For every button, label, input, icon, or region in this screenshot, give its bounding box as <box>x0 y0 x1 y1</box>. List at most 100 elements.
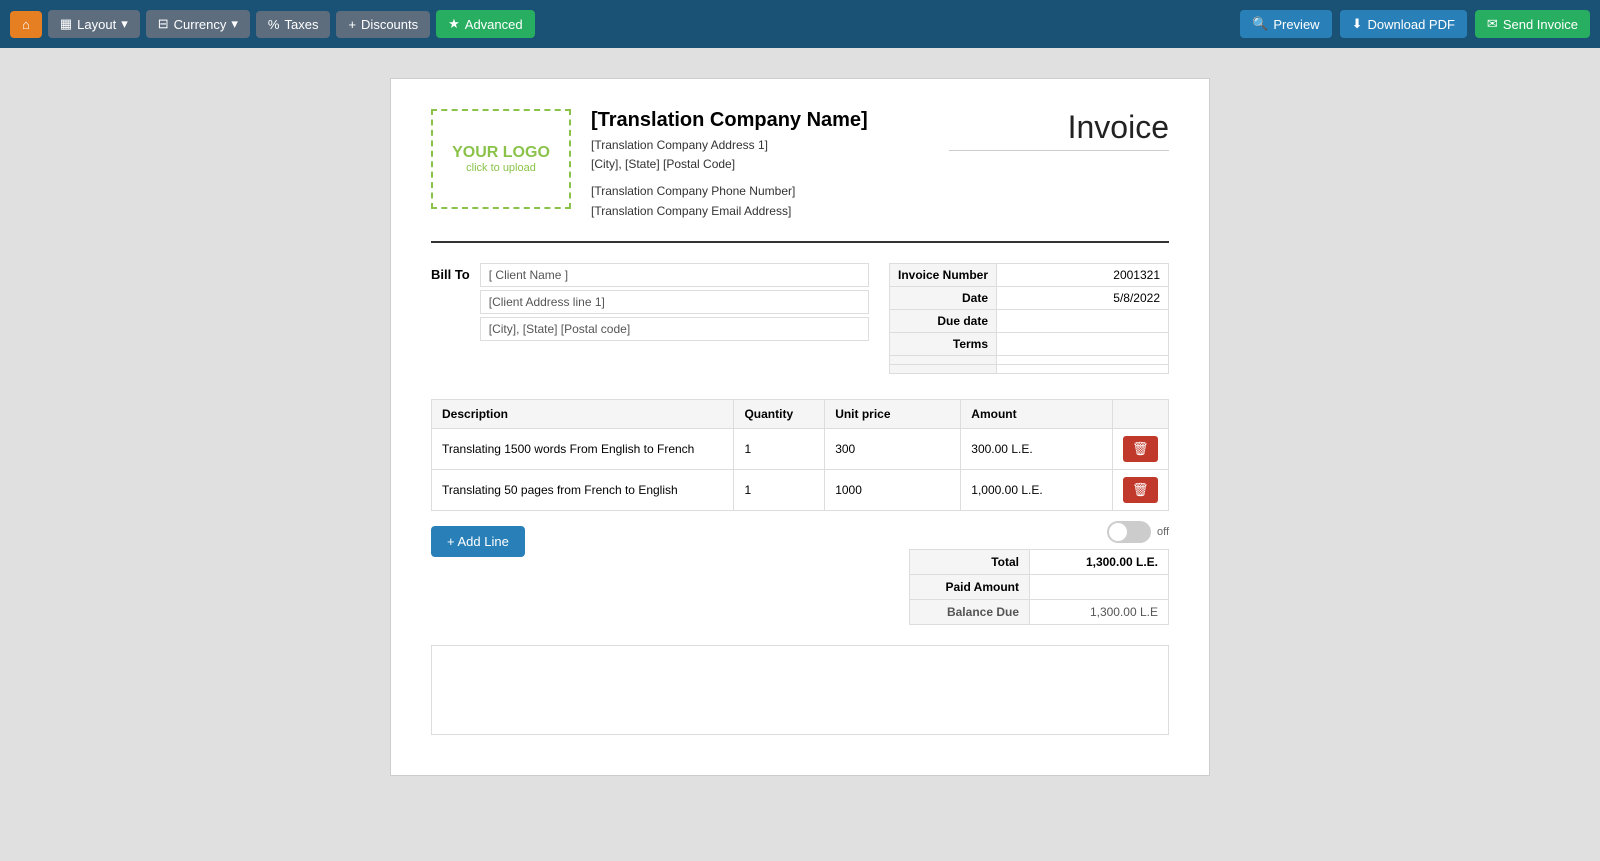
taxes-icon: % <box>268 17 280 32</box>
item-description[interactable]: Translating 50 pages from French to Engl… <box>432 469 734 510</box>
delete-row-button[interactable]: 🗑 <box>1123 436 1158 462</box>
main-content: YOUR LOGO click to upload [Translation C… <box>0 48 1600 861</box>
detail-value[interactable] <box>997 332 1169 355</box>
logo-subtext: click to upload <box>466 162 536 174</box>
currency-icon: ⊟ <box>158 16 169 32</box>
item-quantity[interactable]: 1 <box>734 469 825 510</box>
toggle-switch[interactable] <box>1107 521 1151 543</box>
bill-to-section: Bill To [ Client Name ] [Client Address … <box>431 263 869 374</box>
total-label: Total <box>910 549 1030 574</box>
company-city-state: [City], [State] [Postal Code] <box>591 155 949 174</box>
totals-table: Total 1,300.00 L.E. Paid Amount Balance … <box>909 549 1169 625</box>
total-value: 1,300.00 L.E. <box>1030 549 1169 574</box>
home-button[interactable]: ⌂ <box>10 11 42 38</box>
line-items-table: Description Quantity Unit price Amount T… <box>431 399 1169 511</box>
invoice-paper: YOUR LOGO click to upload [Translation C… <box>390 78 1210 776</box>
item-amount: 1,000.00 L.E. <box>961 469 1112 510</box>
toggle-container: off <box>1107 521 1169 543</box>
logo-upload[interactable]: YOUR LOGO click to upload <box>431 109 571 209</box>
detail-row: Terms <box>890 332 1169 355</box>
detail-label <box>890 364 997 373</box>
currency-button[interactable]: ⊟ Currency ▾ <box>146 10 250 38</box>
client-address-field[interactable]: [Client Address line 1] <box>480 290 869 314</box>
layout-button[interactable]: ▦ Layout ▾ <box>48 10 140 38</box>
logo-text: YOUR LOGO <box>452 144 550 162</box>
client-city-field[interactable]: [City], [State] [Postal code] <box>480 317 869 341</box>
detail-value[interactable]: 5/8/2022 <box>997 286 1169 309</box>
discounts-button[interactable]: + Discounts <box>336 11 430 38</box>
item-amount: 300.00 L.E. <box>961 428 1112 469</box>
item-action: 🗑 <box>1112 469 1169 510</box>
detail-label: Invoice Number <box>890 263 997 286</box>
detail-label: Terms <box>890 332 997 355</box>
detail-label: Due date <box>890 309 997 332</box>
item-unit-price[interactable]: 300 <box>825 428 961 469</box>
detail-label: Date <box>890 286 997 309</box>
send-invoice-button[interactable]: ✉ Send Invoice <box>1475 10 1590 38</box>
bill-to-fields: [ Client Name ] [Client Address line 1] … <box>480 263 869 374</box>
detail-row: Due date <box>890 309 1169 332</box>
detail-value[interactable]: 2001321 <box>997 263 1169 286</box>
col-header-description: Description <box>432 399 734 428</box>
taxes-button[interactable]: % Taxes <box>256 11 331 38</box>
email-icon: ✉ <box>1487 16 1498 32</box>
table-row: Translating 50 pages from French to Engl… <box>432 469 1169 510</box>
detail-value[interactable] <box>997 309 1169 332</box>
company-email: [Translation Company Email Address] <box>591 202 949 221</box>
item-quantity[interactable]: 1 <box>734 428 825 469</box>
invoice-title-box: Invoice <box>949 109 1169 155</box>
paid-label: Paid Amount <box>910 574 1030 599</box>
download-button[interactable]: ⬇ Download PDF <box>1340 10 1467 38</box>
preview-icon: 🔍 <box>1252 16 1268 32</box>
item-action: 🗑 <box>1112 428 1169 469</box>
company-info: [Translation Company Name] [Translation … <box>591 109 949 221</box>
toolbar: ⌂ ▦ Layout ▾ ⊟ Currency ▾ % Taxes + Disc… <box>0 0 1600 48</box>
detail-value[interactable] <box>997 364 1169 373</box>
chevron-down-icon: ▾ <box>231 16 238 32</box>
detail-row: Invoice Number2001321 <box>890 263 1169 286</box>
bill-details-row: Bill To [ Client Name ] [Client Address … <box>431 263 1169 374</box>
home-icon: ⌂ <box>22 17 30 32</box>
detail-row <box>890 364 1169 373</box>
toggle-label: off <box>1157 526 1169 538</box>
delete-row-button[interactable]: 🗑 <box>1123 477 1158 503</box>
col-header-action <box>1112 399 1169 428</box>
col-header-unit-price: Unit price <box>825 399 961 428</box>
star-icon: ★ <box>448 16 460 32</box>
download-icon: ⬇ <box>1352 16 1363 32</box>
notes-area[interactable] <box>431 645 1169 735</box>
toolbar-right-actions: 🔍 Preview ⬇ Download PDF ✉ Send Invoice <box>1240 10 1590 38</box>
total-row: Total 1,300.00 L.E. <box>910 549 1169 574</box>
company-name: [Translation Company Name] <box>591 109 949 132</box>
balance-due-row: Balance Due 1,300.00 L.E <box>910 599 1169 624</box>
chevron-down-icon: ▾ <box>121 16 128 32</box>
table-row: Translating 1500 words From English to F… <box>432 428 1169 469</box>
add-line-button[interactable]: + Add Line <box>431 526 525 557</box>
detail-value[interactable] <box>997 355 1169 364</box>
section-divider <box>431 241 1169 243</box>
invoice-title: Invoice <box>949 109 1169 151</box>
bill-to-label: Bill To <box>431 263 470 374</box>
detail-label <box>890 355 997 364</box>
layout-icon: ▦ <box>60 16 72 32</box>
balance-value: 1,300.00 L.E <box>1030 599 1169 624</box>
item-description[interactable]: Translating 1500 words From English to F… <box>432 428 734 469</box>
company-address1: [Translation Company Address 1] <box>591 136 949 155</box>
paid-value[interactable] <box>1030 574 1169 599</box>
paid-row: Paid Amount <box>910 574 1169 599</box>
advanced-button[interactable]: ★ Advanced <box>436 10 534 38</box>
col-header-quantity: Quantity <box>734 399 825 428</box>
toggle-knob <box>1109 523 1127 541</box>
preview-button[interactable]: 🔍 Preview <box>1240 10 1331 38</box>
item-unit-price[interactable]: 1000 <box>825 469 961 510</box>
invoice-details-table: Invoice Number2001321Date5/8/2022Due dat… <box>889 263 1169 374</box>
company-phone: [Translation Company Phone Number] <box>591 182 949 201</box>
detail-row: Date5/8/2022 <box>890 286 1169 309</box>
invoice-header: YOUR LOGO click to upload [Translation C… <box>431 109 1169 221</box>
balance-label: Balance Due <box>910 599 1030 624</box>
client-name-field[interactable]: [ Client Name ] <box>480 263 869 287</box>
detail-row <box>890 355 1169 364</box>
col-header-amount: Amount <box>961 399 1112 428</box>
invoice-details-section: Invoice Number2001321Date5/8/2022Due dat… <box>889 263 1169 374</box>
discounts-icon: + <box>348 17 356 32</box>
